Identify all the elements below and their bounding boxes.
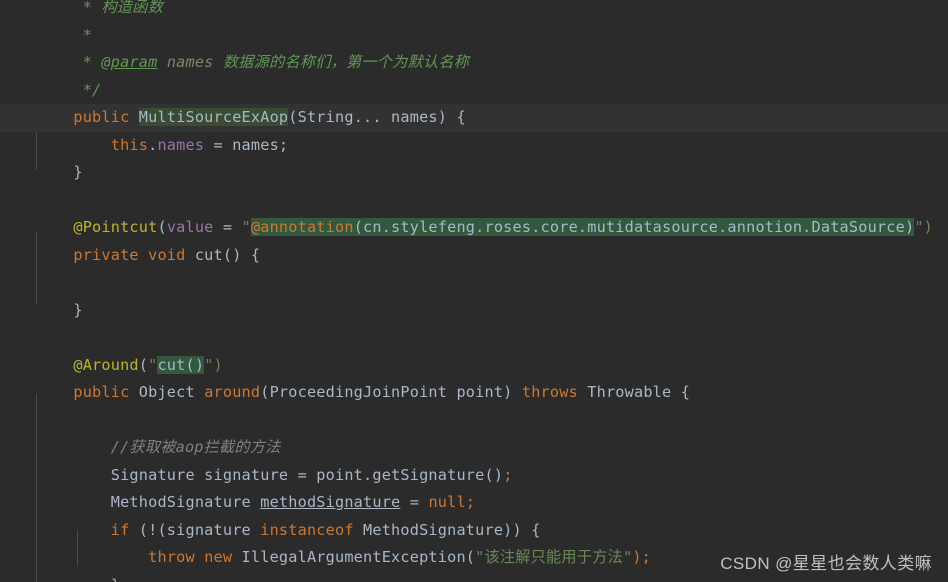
code-token: Object: [129, 383, 205, 401]
code-token: cut(): [157, 355, 205, 374]
code-token: throws: [521, 383, 578, 401]
code-token: ;: [503, 465, 513, 484]
code-line[interactable]: * @param names 数据源的名称们，第一个为默认名称: [0, 49, 948, 77]
code-line[interactable]: [0, 324, 948, 352]
code-token: IllegalArgumentException(: [232, 548, 476, 566]
code-token: MultiSourceExAop: [138, 108, 289, 126]
code-token: around: [204, 383, 261, 401]
code-token: "): [914, 218, 933, 236]
code-line[interactable]: [0, 407, 948, 435]
code-text-area[interactable]: * 构造函数 * * @param names 数据源的名称们，第一个为默认名称…: [0, 0, 948, 582]
code-line[interactable]: @Pointcut(value = "@annotation(cn.stylef…: [0, 214, 948, 242]
code-token: (!(signature: [129, 520, 261, 539]
code-token: new: [204, 548, 233, 566]
code-token: );: [632, 548, 652, 566]
code-token: "该注解只能用于方法": [475, 548, 633, 566]
code-token: ;: [465, 493, 476, 511]
code-line[interactable]: [0, 187, 948, 215]
code-token: ... names) {: [353, 108, 466, 126]
code-line[interactable]: @Around("cut()"): [0, 352, 948, 380]
code-token: }: [36, 576, 120, 582]
code-token: *: [36, 25, 93, 44]
code-token: = names;: [204, 135, 289, 154]
code-token: "): [204, 355, 223, 374]
code-token: =: [400, 493, 429, 511]
code-token: ": [241, 218, 251, 236]
code-token: private: [73, 245, 139, 264]
code-token: //获取被aop拦截的方法: [110, 438, 281, 456]
code-token: value: [166, 218, 214, 236]
code-token: *: [36, 0, 102, 16]
code-token: null: [428, 493, 466, 511]
code-token: if: [110, 520, 130, 539]
code-token: =: [213, 218, 242, 236]
code-token: public: [73, 108, 130, 126]
code-line[interactable]: MethodSignature methodSignature = null;: [0, 489, 948, 517]
code-token: (ProceedingJoinPoint point): [260, 383, 522, 401]
code-token: public: [73, 383, 130, 401]
code-token: }: [36, 300, 83, 319]
code-token: methodSignature: [260, 493, 401, 511]
code-token: throw: [148, 548, 195, 566]
code-token: @Around: [73, 355, 139, 374]
code-line[interactable]: public Object around(ProceedingJoinPoint…: [0, 379, 948, 407]
code-token: String: [297, 108, 354, 126]
code-token: names: [166, 53, 214, 71]
csdn-watermark: CSDN @星星也会数人类嘛: [720, 554, 932, 573]
code-token: @param: [101, 53, 158, 71]
code-token: (: [138, 355, 149, 374]
code-token: }: [36, 163, 83, 181]
code-token: @Pointcut: [73, 218, 158, 236]
code-line[interactable]: Signature signature = point.getSignature…: [0, 462, 948, 490]
code-token: *: [36, 53, 102, 71]
code-token: MethodSignature: [36, 493, 261, 511]
code-token: names: [157, 135, 205, 154]
code-token: (): [484, 465, 504, 484]
code-token: @annotation: [250, 218, 354, 236]
code-editor[interactable]: * 构造函数 * * @param names 数据源的名称们，第一个为默认名称…: [0, 0, 948, 582]
code-token: cut() {: [185, 245, 261, 264]
code-token: MethodSignature)) {: [353, 520, 541, 539]
code-line[interactable]: public MultiSourceExAop(String... names)…: [0, 104, 948, 132]
code-token: */: [36, 80, 102, 99]
code-token: (: [288, 108, 298, 126]
code-line[interactable]: * 构造函数: [0, 0, 948, 22]
code-line[interactable]: private void cut() {: [0, 242, 948, 270]
code-line[interactable]: */: [0, 77, 948, 105]
code-token: void: [148, 245, 186, 264]
code-token: this: [110, 135, 149, 154]
code-line[interactable]: this.names = names;: [0, 132, 948, 160]
code-line[interactable]: *: [0, 22, 948, 50]
code-token: (cn.stylefeng.roses.core.mutidatasource.…: [353, 218, 915, 236]
code-token: instanceof: [260, 520, 354, 539]
code-line[interactable]: if (!(signature instanceof MethodSignatu…: [0, 517, 948, 545]
code-token: 构造函数: [101, 0, 163, 16]
code-line[interactable]: //获取被aop拦截的方法: [0, 434, 948, 462]
code-token: 数据源的名称们，第一个为默认名称: [213, 53, 470, 71]
code-line[interactable]: }: [0, 159, 948, 187]
code-token: Throwable {: [577, 383, 691, 401]
code-token: Signature signature = point.getSignature: [36, 465, 485, 484]
code-token: (: [157, 218, 167, 236]
code-line[interactable]: [0, 269, 948, 297]
code-line[interactable]: }: [0, 297, 948, 325]
